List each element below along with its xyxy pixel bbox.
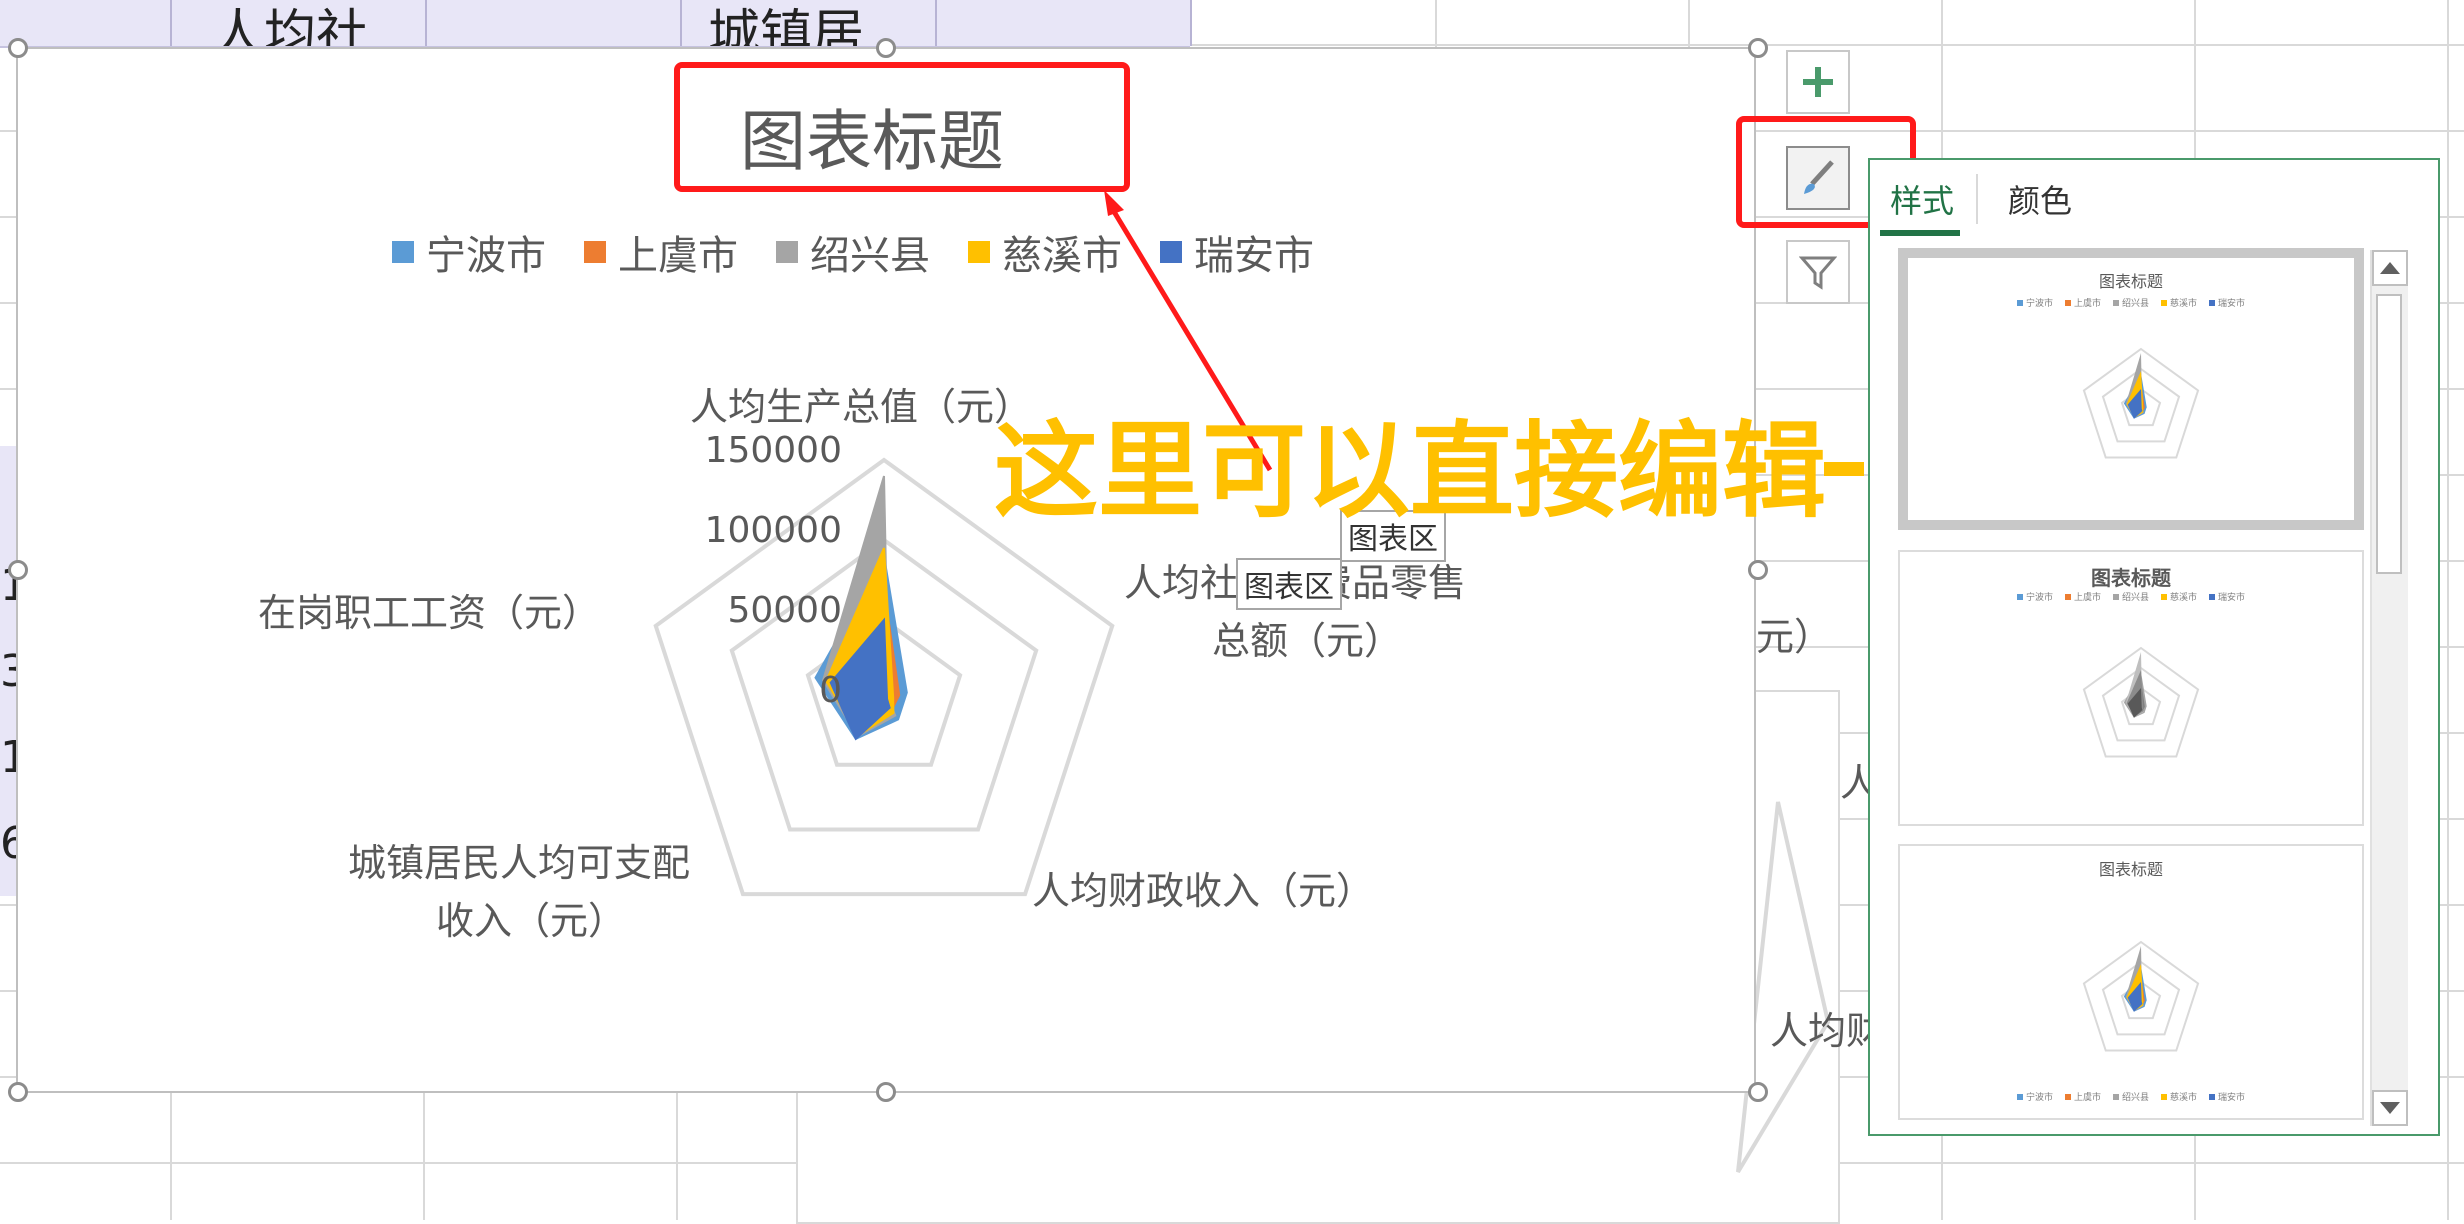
tab-divider	[1976, 174, 1978, 224]
background-axis-label: 元）	[1756, 615, 1833, 659]
resize-handle[interactable]	[8, 1082, 28, 1102]
axis-label-bottom-right[interactable]: 人均财政收入（元）	[1032, 862, 1374, 920]
scroll-thumb[interactable]	[2376, 294, 2402, 574]
tab-style[interactable]: 样式	[1890, 176, 1954, 222]
style-thumbnail[interactable]: 图表标题 宁波市 上虞市 绍兴县 慈溪市 瑞安市	[1898, 248, 2364, 530]
funnel-icon	[1799, 256, 1837, 290]
scroll-down-button[interactable]	[2372, 1090, 2408, 1126]
thumbnail-radar	[2082, 646, 2200, 758]
triangle-up-icon	[2380, 262, 2400, 274]
triangle-down-icon	[2380, 1102, 2400, 1114]
scroll-up-button[interactable]	[2372, 250, 2408, 286]
thumbnail-radar	[2082, 940, 2200, 1052]
add-chart-element-button[interactable]	[1786, 50, 1850, 114]
axis-label-bottom-left[interactable]: 城镇居民人均可支配	[348, 834, 690, 892]
resize-handle[interactable]	[876, 1082, 896, 1102]
chart-filter-button[interactable]	[1786, 240, 1850, 304]
pane-scrollbar[interactable]	[2370, 250, 2408, 1126]
tab-color[interactable]: 颜色	[2008, 176, 2072, 222]
resize-handle[interactable]	[1748, 1082, 1768, 1102]
background-axis-label: 人均财	[1770, 1009, 1885, 1053]
active-tab-indicator	[1880, 230, 1960, 236]
thumbnail-radar	[2082, 347, 2200, 459]
style-thumbnail[interactable]: 图表标题 宁波市 上虞市 绍兴县 慈溪市 瑞安市	[1898, 844, 2364, 1120]
tick-label: 0	[819, 670, 842, 711]
style-thumbnail[interactable]: 图表标题 宁波市 上虞市 绍兴县 慈溪市 瑞安市	[1898, 550, 2364, 826]
plus-icon	[1803, 67, 1833, 97]
chart-styles-pane[interactable]: 样式 颜色 图表标题 宁波市 上虞市 绍兴县 慈溪市 瑞安市 图表标题 宁波市 上虞市 绍兴县慈…	[1868, 158, 2440, 1136]
annotation-text: 这里可以直接编辑	[994, 410, 1827, 532]
axis-label-bottom-left-2: 收入（元）	[436, 899, 627, 943]
axis-label-right-2: 总额（元）	[1212, 619, 1403, 663]
